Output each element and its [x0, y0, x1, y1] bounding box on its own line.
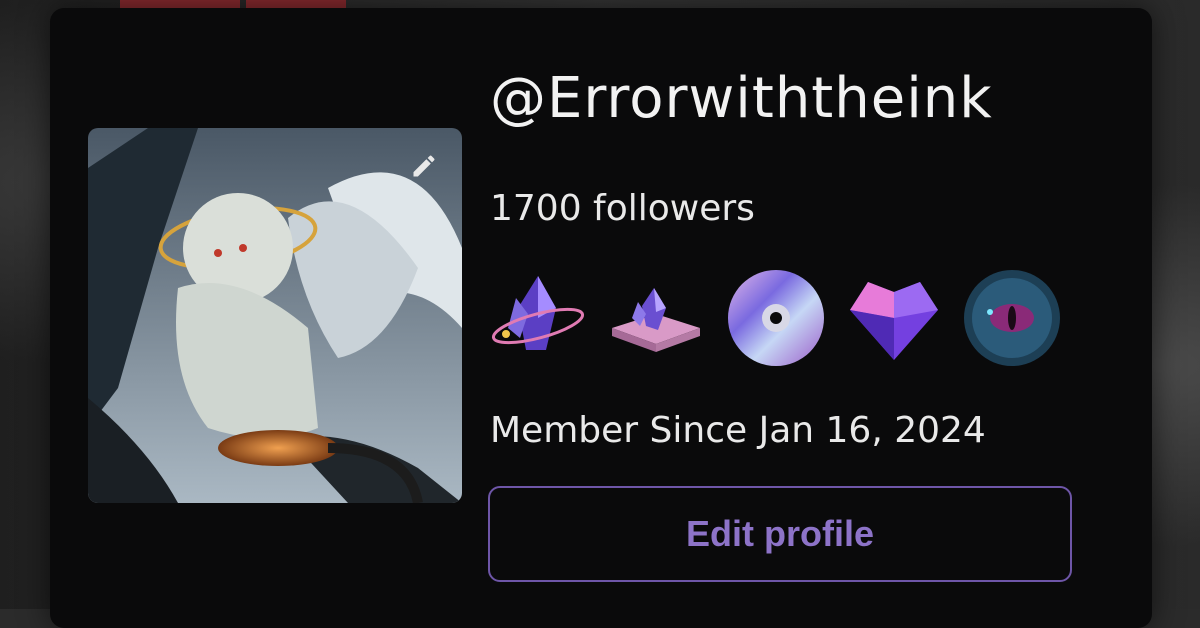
- holographic-disc-icon[interactable]: [724, 268, 828, 368]
- gem-heart-icon[interactable]: [842, 268, 946, 368]
- background-tab: [246, 0, 346, 8]
- profile-username: @Errorwiththeink: [490, 66, 993, 131]
- edit-profile-button[interactable]: Edit profile: [488, 486, 1072, 582]
- badge-row: [486, 268, 1066, 368]
- eye-orb-icon[interactable]: [960, 268, 1064, 368]
- follower-count: 1700 followers: [490, 188, 755, 229]
- background-tab: [120, 0, 240, 8]
- member-since: Member Since Jan 16, 2024: [490, 410, 986, 451]
- crystal-book-icon[interactable]: [604, 268, 708, 368]
- avatar-illustration: [88, 128, 462, 503]
- crystal-orbit-icon[interactable]: [486, 268, 590, 368]
- edit-avatar-pencil-icon[interactable]: [408, 150, 440, 182]
- avatar[interactable]: [88, 128, 462, 503]
